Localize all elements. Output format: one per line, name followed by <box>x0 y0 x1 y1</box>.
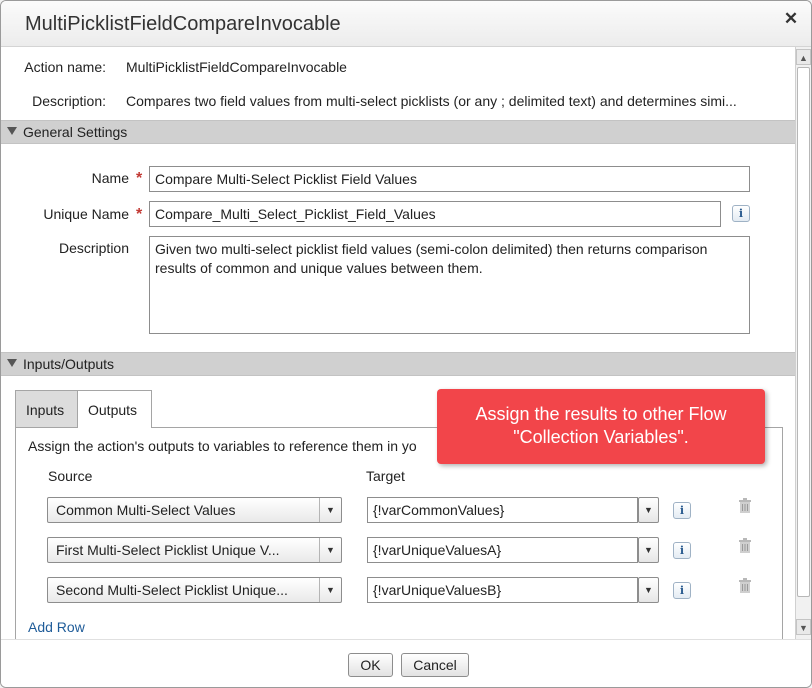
collapse-triangle-icon <box>7 359 17 367</box>
inputs-outputs-title: Inputs/Outputs <box>23 356 115 372</box>
dialog-title: MultiPicklistFieldCompareInvocable <box>25 13 341 35</box>
chevron-down-icon: ▼ <box>319 498 341 522</box>
source-select[interactable]: Common Multi-Select Values ▼ <box>47 497 342 523</box>
name-field[interactable] <box>149 166 750 192</box>
vertical-scrollbar[interactable]: ▲ ▼ <box>795 47 811 639</box>
inputs-outputs-header[interactable]: Inputs/Outputs <box>1 352 795 376</box>
outputs-instruction: Assign the action's outputs to variables… <box>28 438 417 454</box>
row-info-icon[interactable]: i <box>673 582 691 599</box>
unique-name-label: Unique Name <box>43 206 129 222</box>
cancel-button[interactable]: Cancel <box>401 653 469 677</box>
dialog-footer: OK Cancel <box>1 639 811 687</box>
general-settings-title: General Settings <box>23 124 128 140</box>
target-input[interactable]: {!varCommonValues} <box>367 497 638 523</box>
row-info-icon[interactable]: i <box>673 502 691 519</box>
action-name-value: MultiPicklistFieldCompareInvocable <box>126 59 347 75</box>
source-select[interactable]: First Multi-Select Picklist Unique V... … <box>47 537 342 563</box>
annotation-callout: Assign the results to other Flow "Collec… <box>437 389 765 464</box>
collapse-triangle-icon <box>7 127 17 135</box>
row-info-icon[interactable]: i <box>673 542 691 559</box>
chevron-down-icon: ▼ <box>319 538 341 562</box>
scroll-down-arrow-icon[interactable]: ▼ <box>796 619 811 635</box>
description-field-label: Description <box>58 240 129 256</box>
tab-outputs[interactable]: Outputs <box>77 390 152 428</box>
required-marker: * <box>136 170 143 187</box>
action-name-label: Action name: <box>24 59 106 75</box>
description-label: Description: <box>32 93 106 109</box>
target-dropdown-button[interactable]: ▼ <box>638 537 659 563</box>
target-input[interactable]: {!varUniqueValuesA} <box>367 537 638 563</box>
required-marker: * <box>136 206 143 223</box>
source-select[interactable]: Second Multi-Select Picklist Unique... ▼ <box>47 577 342 603</box>
unique-name-field[interactable] <box>149 201 721 227</box>
description-field[interactable]: Given two multi-select picklist field va… <box>149 236 750 334</box>
source-column-header: Source <box>48 468 93 484</box>
trash-icon[interactable] <box>738 578 752 593</box>
scroll-up-arrow-icon[interactable]: ▲ <box>796 49 811 65</box>
source-select-value: Second Multi-Select Picklist Unique... <box>56 582 288 598</box>
target-dropdown-button[interactable]: ▼ <box>638 497 659 523</box>
add-row-link[interactable]: Add Row <box>28 619 85 635</box>
trash-icon[interactable] <box>738 538 752 553</box>
close-icon[interactable]: ✕ <box>781 9 801 29</box>
name-label: Name <box>91 170 129 186</box>
description-value: Compares two field values from multi-sel… <box>126 93 737 109</box>
ok-button[interactable]: OK <box>348 653 393 677</box>
target-dropdown-button[interactable]: ▼ <box>638 577 659 603</box>
dialog-title-bar: MultiPicklistFieldCompareInvocable ✕ <box>1 1 811 47</box>
unique-name-info-icon[interactable]: i <box>732 205 750 222</box>
chevron-down-icon: ▼ <box>319 578 341 602</box>
source-select-value: First Multi-Select Picklist Unique V... <box>56 542 280 558</box>
target-input[interactable]: {!varUniqueValuesB} <box>367 577 638 603</box>
tab-inputs[interactable]: Inputs <box>15 390 78 428</box>
target-column-header: Target <box>366 468 405 484</box>
trash-icon[interactable] <box>738 498 752 513</box>
general-settings-header[interactable]: General Settings <box>1 120 795 144</box>
scrollbar-thumb[interactable] <box>797 67 810 597</box>
action-dialog: MultiPicklistFieldCompareInvocable ✕ Act… <box>0 0 812 688</box>
source-select-value: Common Multi-Select Values <box>56 502 236 518</box>
